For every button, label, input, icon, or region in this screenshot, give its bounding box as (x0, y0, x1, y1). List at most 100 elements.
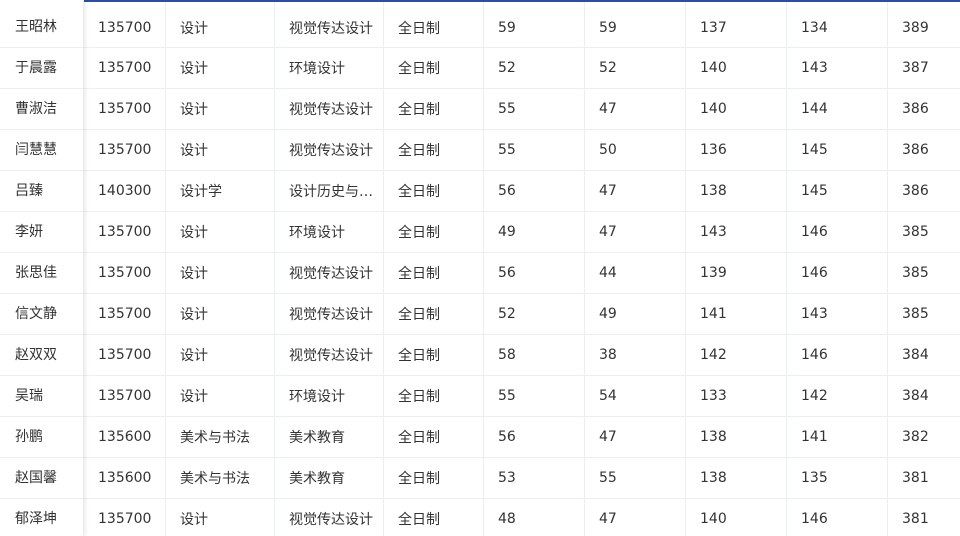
cell-score-4: 145 (787, 171, 888, 211)
cell-major: 视觉传达设计 (275, 253, 384, 293)
cell-code: 135700 (84, 130, 166, 170)
cell-score-3: 139 (686, 253, 787, 293)
cell-score-1: 48 (484, 499, 585, 536)
cell-name: 张思佳 (0, 253, 83, 294)
cell-name: 郁泽坤 (0, 499, 83, 536)
cell-category: 设计 (166, 376, 275, 416)
cell-major: 视觉传达设计 (275, 130, 384, 170)
cell-score-2: 50 (585, 130, 686, 170)
cell-score-1: 56 (484, 253, 585, 293)
table-row[interactable]: 135700 设计 视觉传达设计 全日制 48 47 140 146 381 (84, 499, 960, 536)
cell-score-2: 47 (585, 499, 686, 536)
cell-name: 吴瑞 (0, 376, 83, 417)
cell-category: 美术与书法 (166, 458, 275, 498)
cell-score-2: 59 (585, 2, 686, 47)
cell-score-4: 146 (787, 253, 888, 293)
table-row[interactable]: 135600 美术与书法 美术教育 全日制 53 55 138 135 381 (84, 458, 960, 499)
cell-major: 美术教育 (275, 417, 384, 457)
table-row[interactable]: 135700 设计 视觉传达设计 全日制 55 50 136 145 386 (84, 130, 960, 171)
cell-total: 386 (902, 183, 929, 199)
cell-major: 视觉传达设计 (275, 335, 384, 375)
cell-major: 环境设计 (275, 376, 384, 416)
cell-major: 视觉传达设计 (275, 2, 384, 47)
table-row[interactable]: 135700 设计 环境设计 全日制 55 54 133 142 384 (84, 376, 960, 417)
cell-mode: 全日制 (384, 171, 484, 211)
table-row[interactable]: 135600 美术与书法 美术教育 全日制 56 47 138 141 382 (84, 417, 960, 458)
cell-total: 385 (902, 224, 929, 240)
cell-mode: 全日制 (384, 376, 484, 416)
table-row[interactable]: 135700 设计 环境设计 全日制 52 52 140 143 387 (84, 48, 960, 89)
cell-total: 381 (902, 511, 929, 527)
cell-score-2: 52 (585, 48, 686, 88)
cell-score-4: 146 (787, 499, 888, 536)
cell-score-4: 142 (787, 376, 888, 416)
cell-total: 384 (902, 347, 929, 363)
cell-score-3: 138 (686, 458, 787, 498)
cell-score-1: 55 (484, 376, 585, 416)
cell-name: 于晨露 (0, 48, 83, 89)
cell-score-4: 145 (787, 130, 888, 170)
cell-major: 视觉传达设计 (275, 294, 384, 334)
cell-score-2: 47 (585, 417, 686, 457)
cell-score-4: 144 (787, 89, 888, 129)
table-row[interactable]: 140300 设计学 设计历史与… 全日制 56 47 138 145 386 (84, 171, 960, 212)
cell-name: 赵双双 (0, 335, 83, 376)
cell-code: 135600 (84, 458, 166, 498)
cell-mode: 全日制 (384, 2, 484, 47)
cell-total: 381 (902, 470, 929, 486)
cell-score-3: 142 (686, 335, 787, 375)
cell-score-3: 141 (686, 294, 787, 334)
name-column-fixed: 王昭林 于晨露 曹淑洁 闫慧慧 吕臻 李妍 张思佳 信文静 赵双双 吴瑞 孙鹏 赵国馨 郁泽坤 (0, 0, 83, 536)
cell-mode: 全日制 (384, 253, 484, 293)
cell-score-4: 143 (787, 294, 888, 334)
cell-score-2: 47 (585, 171, 686, 211)
cell-score-4: 134 (787, 2, 888, 47)
cell-major: 环境设计 (275, 212, 384, 252)
cell-category: 设计 (166, 294, 275, 334)
table-row[interactable]: 135700 设计 环境设计 全日制 49 47 143 146 385 (84, 212, 960, 253)
cell-score-1: 56 (484, 171, 585, 211)
cell-total: 385 (902, 265, 929, 281)
cell-category: 设计 (166, 130, 275, 170)
cell-code: 135700 (84, 499, 166, 536)
cell-major: 视觉传达设计 (275, 89, 384, 129)
cell-major: 设计历史与… (275, 171, 384, 211)
table-row[interactable]: 135700 设计 视觉传达设计 全日制 58 38 142 146 384 (84, 335, 960, 376)
score-table: 王昭林 于晨露 曹淑洁 闫慧慧 吕臻 李妍 张思佳 信文静 赵双双 吴瑞 孙鹏 赵国馨 郁泽坤 1357… (0, 0, 960, 536)
cell-code: 135700 (84, 294, 166, 334)
table-row[interactable]: 135700 设计 视觉传达设计 全日制 59 59 137 134 389 (84, 2, 960, 48)
cell-name: 信文静 (0, 294, 83, 335)
cell-score-3: 143 (686, 212, 787, 252)
cell-category: 设计 (166, 212, 275, 252)
cell-score-1: 52 (484, 294, 585, 334)
cell-mode: 全日制 (384, 294, 484, 334)
cell-score-3: 137 (686, 2, 787, 47)
cell-total: 387 (902, 60, 929, 76)
cell-category: 设计 (166, 89, 275, 129)
cell-code: 135700 (84, 212, 166, 252)
cell-name: 吕臻 (0, 171, 83, 212)
cell-score-3: 136 (686, 130, 787, 170)
cell-code: 135700 (84, 335, 166, 375)
cell-total: 386 (902, 142, 929, 158)
cell-score-4: 146 (787, 335, 888, 375)
cell-mode: 全日制 (384, 130, 484, 170)
cell-name: 孙鹏 (0, 417, 83, 458)
cell-major: 美术教育 (275, 458, 384, 498)
cell-category: 设计 (166, 48, 275, 88)
cell-total: 389 (902, 19, 929, 36)
cell-score-2: 47 (585, 212, 686, 252)
cell-major: 环境设计 (275, 48, 384, 88)
cell-code: 135600 (84, 417, 166, 457)
cell-score-4: 141 (787, 417, 888, 457)
table-row[interactable]: 135700 设计 视觉传达设计 全日制 55 47 140 144 386 (84, 89, 960, 130)
cell-score-2: 49 (585, 294, 686, 334)
cell-score-1: 49 (484, 212, 585, 252)
cell-category: 设计 (166, 253, 275, 293)
cell-category: 美术与书法 (166, 417, 275, 457)
cell-code: 135700 (84, 48, 166, 88)
cell-code: 140300 (84, 171, 166, 211)
table-row[interactable]: 135700 设计 视觉传达设计 全日制 52 49 141 143 385 (84, 294, 960, 335)
cell-name: 曹淑洁 (0, 89, 83, 130)
table-row[interactable]: 135700 设计 视觉传达设计 全日制 56 44 139 146 385 (84, 253, 960, 294)
